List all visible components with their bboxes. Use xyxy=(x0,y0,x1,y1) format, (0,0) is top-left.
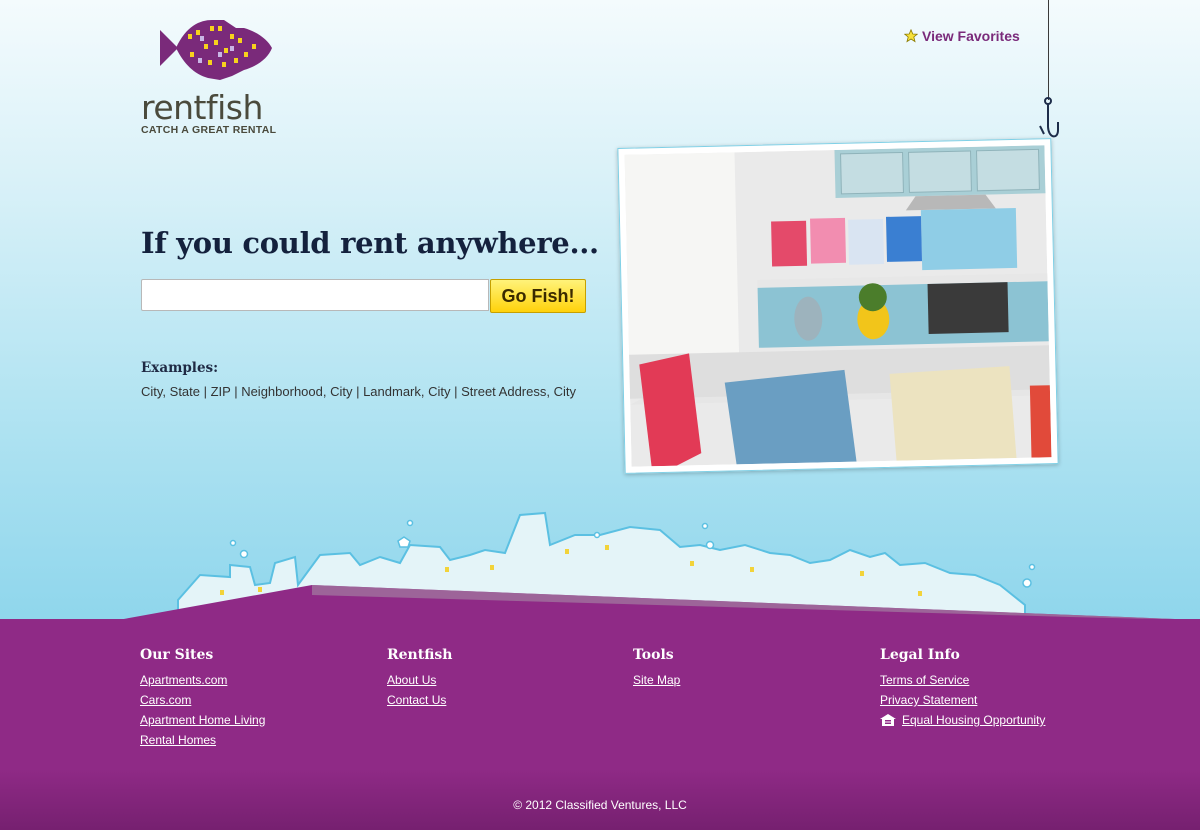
brand-tagline: CATCH A GREAT RENTAL xyxy=(141,124,277,136)
brand-name: rentfish xyxy=(141,88,263,127)
kitchen-photo xyxy=(617,138,1059,474)
fishing-line xyxy=(1048,0,1049,100)
footer-link-about-us[interactable]: About Us xyxy=(387,673,452,687)
footer-link-privacy-statement[interactable]: Privacy Statement xyxy=(880,693,1045,707)
equal-housing-row: Equal Housing Opportunity xyxy=(880,713,1045,727)
city-skyline-illustration xyxy=(118,511,1200,620)
location-search-input[interactable] xyxy=(141,279,489,311)
equal-housing-icon xyxy=(880,714,896,726)
footer-link-apartments[interactable]: Apartments.com xyxy=(140,673,265,687)
footer-column-rentfish: Rentfish About Us Contact Us xyxy=(387,647,452,713)
footer-column-title: Tools xyxy=(633,647,674,663)
footer-link-site-map[interactable]: Site Map xyxy=(633,673,680,687)
footer-link-cars[interactable]: Cars.com xyxy=(140,693,265,707)
examples-text: City, State | ZIP | Neighborhood, City |… xyxy=(141,384,576,399)
footer-link-equal-housing[interactable]: Equal Housing Opportunity xyxy=(902,713,1045,727)
view-favorites-link[interactable]: View Favorites xyxy=(904,28,1020,44)
go-fish-button[interactable]: Go Fish! xyxy=(490,279,586,313)
footer-column-tools: Tools Site Map xyxy=(633,647,680,693)
footer-link-terms-of-service[interactable]: Terms of Service xyxy=(880,673,1045,687)
footer-link-contact-us[interactable]: Contact Us xyxy=(387,693,452,707)
footer: Our Sites Apartments.com Cars.com Apartm… xyxy=(0,619,1200,830)
hero-heading: If you could rent anywhere... xyxy=(141,226,599,260)
examples-heading: Examples: xyxy=(141,360,219,376)
footer-column-title: Legal Info xyxy=(880,647,960,663)
view-favorites-label: View Favorites xyxy=(922,28,1020,44)
star-icon xyxy=(904,29,918,43)
footer-column-legal-info: Legal Info Terms of Service Privacy Stat… xyxy=(880,647,1045,727)
footer-column-title: Rentfish xyxy=(387,647,453,663)
copyright-text: © 2012 Classified Ventures, LLC xyxy=(513,798,687,812)
footer-link-apartment-home-living[interactable]: Apartment Home Living xyxy=(140,713,265,727)
footer-link-rental-homes[interactable]: Rental Homes xyxy=(140,733,265,747)
footer-column-our-sites: Our Sites Apartments.com Cars.com Apartm… xyxy=(140,647,265,753)
footer-column-title: Our Sites xyxy=(140,647,214,663)
